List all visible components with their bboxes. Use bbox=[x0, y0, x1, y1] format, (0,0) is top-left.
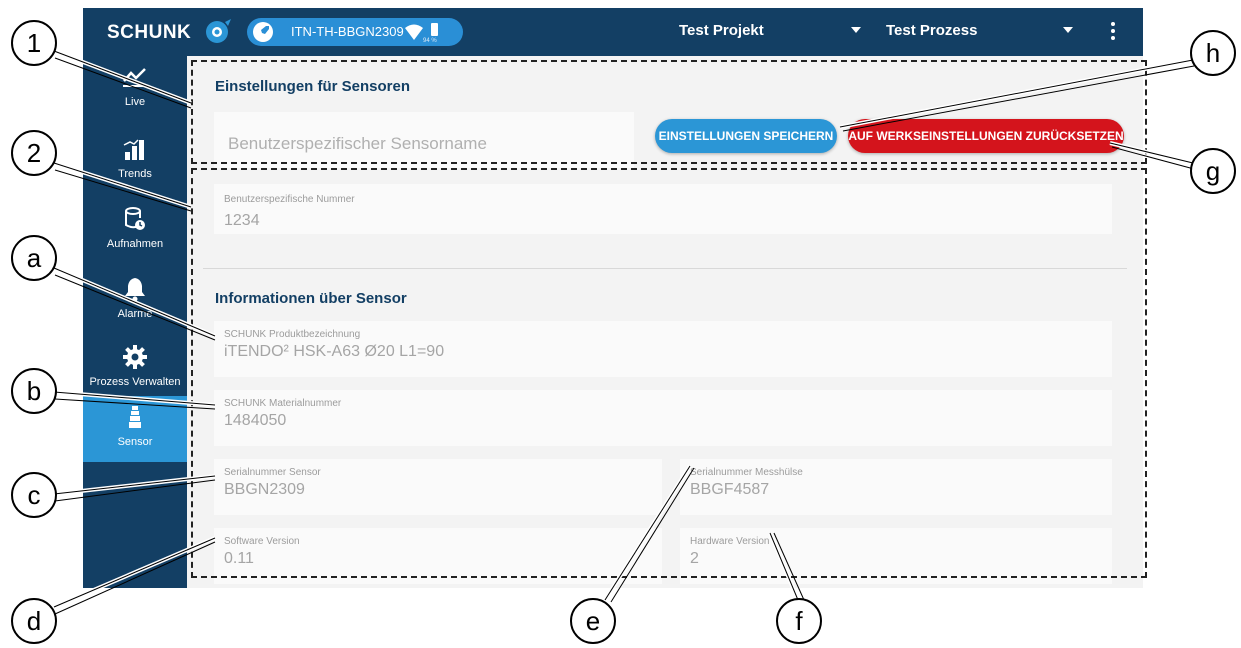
database-clock-icon bbox=[125, 207, 145, 230]
callout-2: 2 bbox=[11, 130, 57, 176]
sensor-name-placeholder: Benutzerspezifischer Sensorname bbox=[228, 134, 487, 153]
sidebar-item-aufnahmen[interactable]: Aufnahmen bbox=[83, 198, 187, 264]
material-number-value: 1484050 bbox=[224, 412, 287, 429]
callout-f: f bbox=[776, 598, 822, 644]
more-menu-icon[interactable] bbox=[1111, 22, 1115, 42]
process-select-value: Test Prozess bbox=[886, 22, 978, 39]
app-window: SCHUNK ITN-TH-BBGN2309 94 % Test Projekt… bbox=[83, 8, 1143, 588]
sidebar-item-label: Prozess Verwalten bbox=[89, 376, 181, 388]
sidebar-item-live[interactable]: Live bbox=[83, 56, 187, 122]
serial-sensor-label: Serialnummer Sensor bbox=[224, 467, 321, 478]
process-select[interactable]: Test Prozess bbox=[886, 22, 1086, 39]
project-select-value: Test Projekt bbox=[679, 22, 764, 39]
section-divider bbox=[203, 268, 1127, 269]
serial-sleeve-field: Serialnummer Messhülse BBGF4587 bbox=[680, 459, 1112, 515]
product-name-value: iTENDO² HSK-A63 Ø20 L1=90 bbox=[224, 343, 445, 360]
sensor-settings-panel: Einstellungen für Sensoren Benutzerspezi… bbox=[187, 56, 1143, 588]
serial-sensor-field: Serialnummer Sensor BBGN2309 bbox=[214, 459, 662, 515]
gear-icon bbox=[123, 345, 147, 369]
sidebar-item-prozess-verwalten[interactable]: Prozess Verwalten bbox=[83, 336, 187, 402]
project-select[interactable]: Test Projekt bbox=[679, 22, 879, 39]
sidebar-item-trends[interactable]: Trends bbox=[83, 128, 187, 194]
callout-h: h bbox=[1190, 30, 1236, 76]
sensor-icon bbox=[129, 406, 141, 428]
custom-number-field[interactable]: Benutzerspezifische Nummer 1234 bbox=[214, 184, 1112, 234]
sidebar-item-label: Sensor bbox=[117, 436, 153, 448]
save-settings-button[interactable]: EINSTELLUNGEN SPEICHERN bbox=[655, 119, 837, 153]
sidebar-item-label: Alarme bbox=[117, 308, 153, 320]
hardware-version-field: Hardware Version 2 bbox=[680, 528, 1112, 584]
hardware-version-label: Hardware Version bbox=[690, 536, 770, 547]
battery-level: 94 % bbox=[423, 38, 437, 44]
hardware-version-value: 2 bbox=[690, 550, 699, 567]
battery-icon bbox=[431, 23, 438, 36]
line-chart-icon bbox=[123, 68, 147, 87]
callout-d: d bbox=[11, 598, 57, 644]
info-section-title: Informationen über Sensor bbox=[215, 290, 407, 307]
sidebar-item-sensor[interactable]: Sensor bbox=[83, 396, 187, 462]
top-bar: SCHUNK ITN-TH-BBGN2309 94 % Test Projekt… bbox=[83, 8, 1143, 56]
callout-e: e bbox=[570, 598, 616, 644]
sidebar-item-label: Aufnahmen bbox=[106, 238, 164, 250]
product-name-field: SCHUNK Produktbezeichnung iTENDO² HSK-A6… bbox=[214, 321, 1112, 377]
device-selector[interactable]: ITN-TH-BBGN2309 94 % bbox=[247, 18, 463, 46]
material-number-field: SCHUNK Materialnummer 1484050 bbox=[214, 390, 1112, 446]
rocket-icon bbox=[253, 22, 273, 42]
serial-sensor-value: BBGN2309 bbox=[224, 481, 305, 498]
custom-number-label: Benutzerspezifische Nummer bbox=[224, 194, 355, 205]
wifi-icon bbox=[405, 24, 423, 40]
custom-number-value: 1234 bbox=[224, 212, 260, 229]
settings-section-title: Einstellungen für Sensoren bbox=[215, 78, 411, 95]
sidebar-item-label: Trends bbox=[118, 168, 152, 180]
callout-c: c bbox=[11, 472, 57, 518]
serial-sleeve-label: Serialnummer Messhülse bbox=[690, 467, 803, 478]
sidebar: Live Trends Aufnahmen Alarme Prozess Ver… bbox=[83, 56, 187, 588]
callout-b: b bbox=[11, 368, 57, 414]
chevron-down-icon bbox=[851, 27, 861, 33]
device-name: ITN-TH-BBGN2309 bbox=[291, 24, 404, 39]
bell-icon bbox=[125, 278, 145, 302]
serial-sleeve-value: BBGF4587 bbox=[690, 481, 770, 498]
schunk-logo: SCHUNK bbox=[107, 22, 192, 43]
reset-factory-button[interactable]: AUF WERKSEINSTELLUNGEN ZURÜCKSETZEN bbox=[848, 119, 1124, 153]
software-version-value: 0.11 bbox=[224, 550, 254, 567]
bar-chart-icon bbox=[123, 139, 144, 160]
callout-1: 1 bbox=[11, 20, 57, 66]
schunk-logo-mark-icon bbox=[206, 19, 231, 43]
chevron-down-icon bbox=[1063, 27, 1073, 33]
sidebar-item-alarme[interactable]: Alarme bbox=[83, 268, 187, 334]
software-version-label: Software Version bbox=[224, 536, 300, 547]
product-name-label: SCHUNK Produktbezeichnung bbox=[224, 329, 361, 340]
software-version-field: Software Version 0.11 bbox=[214, 528, 662, 584]
callout-g: g bbox=[1190, 148, 1236, 194]
sidebar-item-label: Live bbox=[124, 96, 146, 108]
callout-a: a bbox=[11, 235, 57, 281]
sensor-name-input[interactable]: Benutzerspezifischer Sensorname bbox=[214, 112, 634, 168]
material-number-label: SCHUNK Materialnummer bbox=[224, 398, 342, 409]
